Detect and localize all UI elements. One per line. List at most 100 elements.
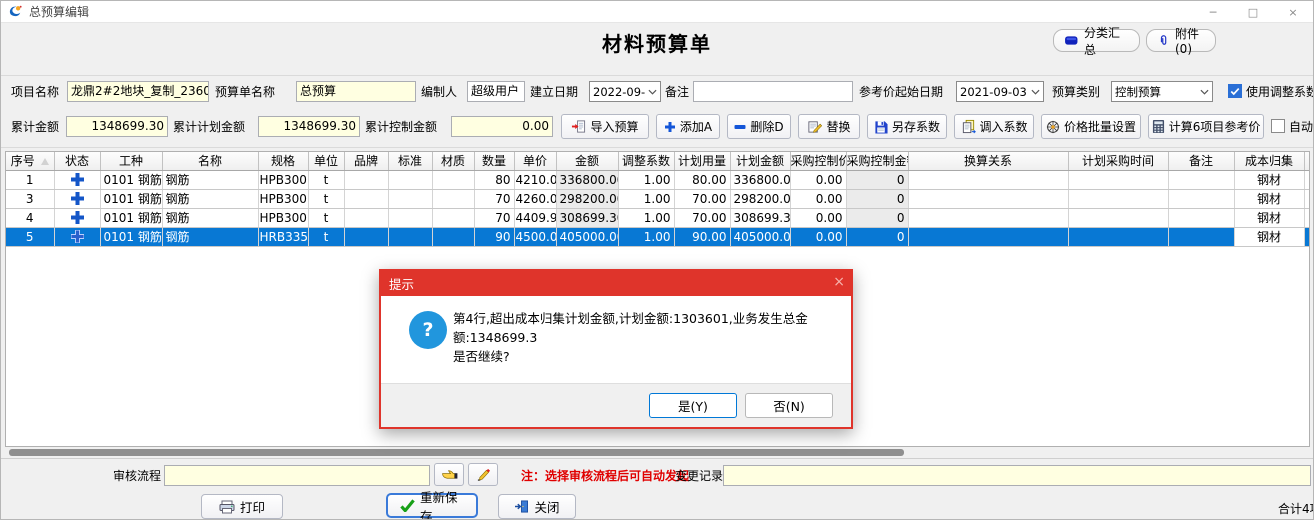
col-spec[interactable]: 规格: [258, 152, 308, 170]
col-plan-amount[interactable]: 计划金额: [730, 152, 790, 170]
col-price[interactable]: 单价: [514, 152, 556, 170]
calculator-icon: [1152, 119, 1165, 134]
printer-icon: [219, 500, 235, 514]
question-icon: ?: [409, 311, 447, 349]
auto-wrap-checkbox[interactable]: [1271, 119, 1285, 133]
close-button[interactable]: ×: [1273, 1, 1313, 23]
change-log-input[interactable]: [723, 465, 1311, 486]
category-icon: [1064, 35, 1079, 46]
use-adjust-coeff-checkbox[interactable]: [1228, 84, 1242, 98]
green-check-icon: [400, 499, 415, 512]
col-unit[interactable]: 单位: [308, 152, 344, 170]
scrollbar-thumb[interactable]: [9, 449, 904, 456]
table-row[interactable]: 4 0101 钢筋 钢筋 HPB300 t 70 4409.99 308699.…: [6, 208, 1310, 227]
col-plan-qty[interactable]: 计划用量: [674, 152, 730, 170]
col-coeff[interactable]: 调整系数: [618, 152, 674, 170]
change-log-label: 变更记录: [675, 465, 723, 487]
dialog-close-icon[interactable]: ×: [833, 274, 845, 290]
divider: [1, 147, 1313, 148]
minus-icon: [734, 124, 746, 130]
hand-pointer-icon: [441, 468, 458, 481]
pencil-icon: [476, 467, 491, 482]
dialog-message: 第4行,超出成本归集计划金额,计划金额:1303601,业务发生总金额:1348…: [453, 309, 837, 366]
bottom-panel: 审核流程 注：选择审核流程后可自动发起 变更记录 打印 重新保存 关闭: [1, 458, 1313, 519]
col-amount[interactable]: 金额: [556, 152, 618, 170]
ref-price-date-label: 参考价起始日期: [859, 81, 943, 103]
titlebar: 总预算编辑 ─ □ ×: [1, 1, 1313, 23]
load-coeff-button[interactable]: 调入系数: [954, 114, 1034, 139]
table-row[interactable]: 1 0101 钢筋 钢筋 HPB300 t 80 4210.00 336800.…: [6, 170, 1310, 189]
col-cost-group[interactable]: 成本归集: [1234, 152, 1304, 170]
copy-pages-icon: [961, 119, 976, 134]
paperclip-icon: [1157, 34, 1170, 47]
row-status-plus-icon: [55, 173, 100, 186]
create-date-label: 建立日期: [530, 81, 578, 103]
app-logo-icon: [8, 4, 23, 19]
save-coeff-button[interactable]: 另存系数: [867, 114, 947, 139]
edit-flow-button[interactable]: [468, 463, 498, 486]
col-worktype[interactable]: 工种: [100, 152, 162, 170]
chevron-down-icon: [1028, 89, 1043, 95]
attachment-button[interactable]: 附件(0): [1146, 29, 1216, 52]
note-input[interactable]: [693, 81, 853, 102]
replace-icon: [807, 119, 822, 134]
col-ctrl-price[interactable]: 采购控制价: [790, 152, 846, 170]
dialog-yes-button[interactable]: 是(Y): [649, 393, 737, 418]
table-row[interactable]: 3 0101 钢筋 钢筋 HPB300 t 70 4260.00 298200.…: [6, 189, 1310, 208]
review-flow-label: 审核流程: [113, 465, 161, 487]
replace-button[interactable]: 替换: [798, 114, 860, 139]
add-row-button[interactable]: 添加A: [656, 114, 720, 139]
col-seq[interactable]: 序号: [6, 152, 54, 170]
note-label: 备注: [665, 81, 689, 103]
col-ctrl-amount[interactable]: 采购控制金额: [846, 152, 908, 170]
col-plan-time[interactable]: 计划采购时间: [1068, 152, 1168, 170]
print-button[interactable]: 打印: [201, 494, 283, 519]
ref-price-date-select[interactable]: 2021-09-03: [956, 81, 1044, 102]
exit-door-icon: [514, 500, 529, 513]
budget-type-label: 预算类别: [1052, 81, 1100, 103]
project-name-label: 项目名称: [11, 81, 59, 103]
delete-row-button[interactable]: 删除D: [727, 114, 791, 139]
close-form-button[interactable]: 关闭: [498, 494, 576, 519]
row-status-plus-icon: [55, 230, 100, 243]
category-summary-button[interactable]: 分类汇总: [1053, 29, 1140, 52]
horizontal-scrollbar[interactable]: [5, 449, 1310, 457]
chevron-down-icon: [1197, 89, 1212, 95]
import-icon: [571, 119, 586, 134]
col-conversion[interactable]: 换算关系: [908, 152, 1068, 170]
dialog-footer: 是(Y) 否(N): [381, 383, 851, 427]
select-flow-button[interactable]: [434, 463, 464, 486]
col-brand[interactable]: 品牌: [344, 152, 388, 170]
chevron-down-icon: [645, 89, 660, 95]
resave-button[interactable]: 重新保存: [386, 493, 478, 518]
use-adjust-coeff-label: 使用调整系数: [1246, 81, 1314, 103]
author-value: 超级用户: [467, 81, 525, 102]
budget-type-select[interactable]: 控制预算: [1111, 81, 1213, 102]
col-qty[interactable]: 数量: [474, 152, 514, 170]
col-standard[interactable]: 标准: [388, 152, 432, 170]
create-date-select[interactable]: 2022-09-03: [589, 81, 661, 102]
sheet-name-input[interactable]: 总预算: [296, 81, 416, 102]
project-name-input[interactable]: 龙鼎2#2地块_复制_2360: [67, 81, 209, 102]
compass-icon: [1046, 120, 1060, 134]
import-budget-button[interactable]: 导入预算: [561, 114, 649, 139]
plus-icon: [664, 121, 676, 133]
budget-edit-window: 总预算编辑 ─ □ × 材料预算单 分类汇总 附件(0) 项目名称 龙鼎2#2地…: [0, 0, 1314, 520]
col-status[interactable]: 状态: [54, 152, 100, 170]
floppy-disk-icon: [874, 120, 888, 134]
price-batch-button[interactable]: 价格批量设置: [1041, 114, 1141, 139]
calc-ref-price-button[interactable]: 计算6项目参考价: [1148, 114, 1264, 139]
window-title: 总预算编辑: [29, 3, 89, 20]
col-name[interactable]: 名称: [162, 152, 258, 170]
row-status-plus-icon: [55, 192, 100, 205]
review-flow-input[interactable]: [164, 465, 430, 486]
minimize-button[interactable]: ─: [1193, 1, 1233, 23]
total-count: 合计4项: [1278, 500, 1314, 517]
auto-wrap-label: 自动折行: [1289, 116, 1314, 138]
author-label: 编制人: [421, 81, 457, 103]
col-note[interactable]: 备注: [1168, 152, 1234, 170]
dialog-no-button[interactable]: 否(N): [745, 393, 833, 418]
col-material[interactable]: 材质: [432, 152, 474, 170]
table-row-selected[interactable]: 5 0101 钢筋 钢筋 HRB335 t 90 4500.00 405000.…: [6, 227, 1310, 246]
maximize-button[interactable]: □: [1233, 1, 1273, 23]
